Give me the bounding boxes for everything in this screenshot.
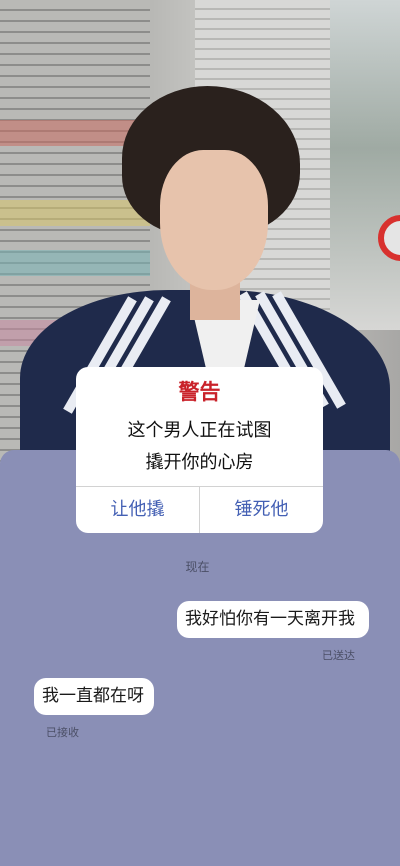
alert-dialog: 警告 这个男人正在试图 撬开你的心房 让他撬 锤死他 xyxy=(76,367,323,533)
alert-message-line: 撬开你的心房 xyxy=(145,452,254,473)
incoming-message-bubble[interactable]: 我一直都在呀 xyxy=(34,678,154,715)
outgoing-message-bubble[interactable]: 我好怕你有一天离开我 xyxy=(177,601,369,638)
alert-message: 这个男人正在试图 撬开你的心房 xyxy=(76,415,323,479)
shutter-stripe-yellow xyxy=(0,200,150,226)
alert-title: 警告 xyxy=(178,380,221,404)
let-him-pry-button[interactable]: 让他撬 xyxy=(76,487,199,533)
street-background xyxy=(330,0,400,330)
shutter-stripe-teal xyxy=(0,250,150,276)
person-face xyxy=(160,150,268,290)
delivered-status: 已送达 xyxy=(322,649,355,662)
hammer-him-button[interactable]: 锤死他 xyxy=(200,487,323,533)
received-status: 已接收 xyxy=(46,726,79,739)
message-timestamp: 现在 xyxy=(185,560,210,574)
alert-message-line: 这个男人正在试图 xyxy=(127,420,272,441)
